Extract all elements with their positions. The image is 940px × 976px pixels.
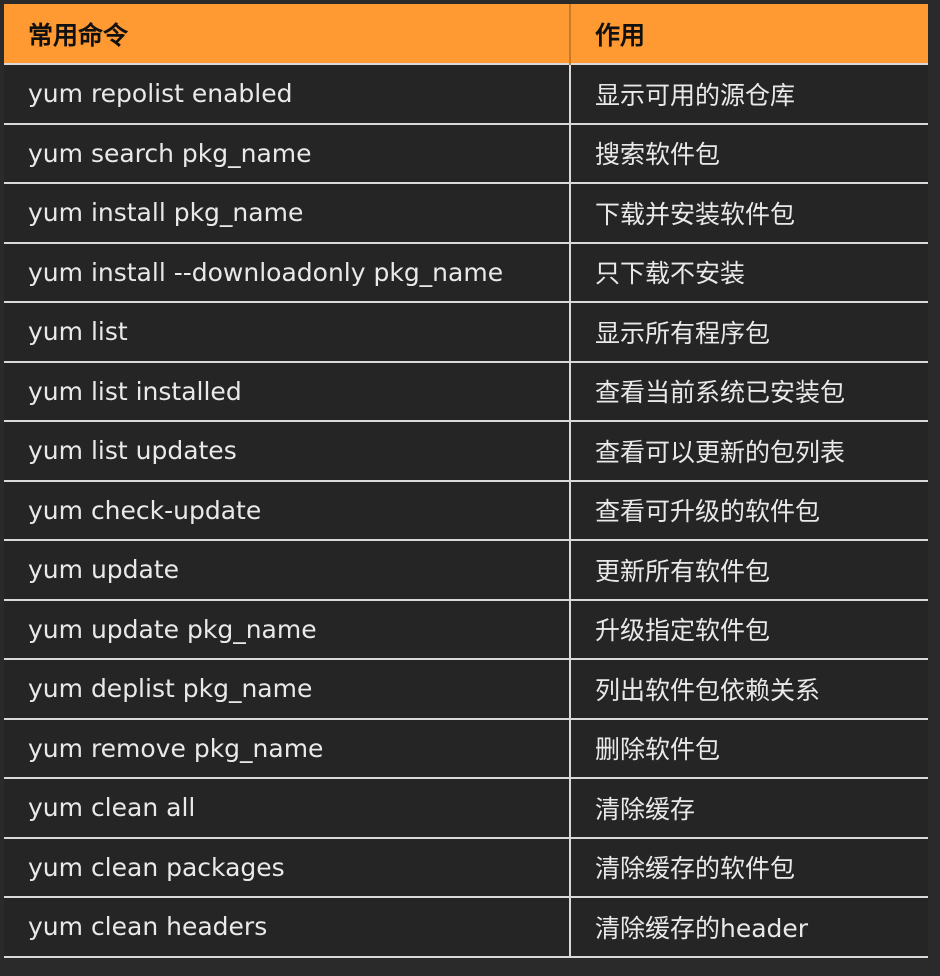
purpose-cell: 搜索软件包	[570, 122, 928, 183]
table-row: yum update pkg_name 升级指定软件包	[4, 598, 928, 659]
column-header-purpose: 作用	[570, 4, 928, 64]
table-row: yum clean all 清除缓存	[4, 777, 928, 838]
table-row: yum clean headers 清除缓存的header	[4, 896, 928, 958]
table-row: yum repolist enabled 显示可用的源仓库	[4, 63, 928, 124]
purpose-cell: 清除缓存的软件包	[570, 836, 928, 897]
command-cell: yum clean headers	[4, 896, 571, 958]
purpose-cell: 列出软件包依赖关系	[570, 658, 928, 719]
command-cell: yum search pkg_name	[4, 122, 571, 183]
table-row: yum list installed 查看当前系统已安装包	[4, 360, 928, 421]
purpose-cell: 查看可以更新的包列表	[570, 420, 928, 481]
yum-commands-table-container: 常用命令 作用 yum repolist enabled 显示可用的源仓库 yu…	[0, 0, 940, 976]
command-cell: yum install --downloadonly pkg_name	[4, 241, 571, 302]
purpose-cell: 清除缓存	[570, 777, 928, 838]
purpose-cell: 查看可升级的软件包	[570, 479, 928, 540]
purpose-cell: 查看当前系统已安装包	[570, 360, 928, 421]
command-cell: yum clean all	[4, 777, 571, 838]
purpose-cell: 升级指定软件包	[570, 598, 928, 659]
command-cell: yum remove pkg_name	[4, 717, 571, 778]
purpose-cell: 清除缓存的header	[570, 896, 928, 958]
command-cell: yum update pkg_name	[4, 598, 571, 659]
command-cell: yum list updates	[4, 420, 571, 481]
column-header-command: 常用命令	[4, 4, 571, 64]
table-row: yum install --downloadonly pkg_name 只下载不…	[4, 241, 928, 302]
command-cell: yum check-update	[4, 479, 571, 540]
command-cell: yum list installed	[4, 360, 571, 421]
yum-commands-table: 常用命令 作用 yum repolist enabled 显示可用的源仓库 yu…	[4, 4, 928, 958]
purpose-cell: 删除软件包	[570, 717, 928, 778]
table-row: yum list 显示所有程序包	[4, 301, 928, 362]
command-cell: yum deplist pkg_name	[4, 658, 571, 719]
purpose-cell: 下载并安装软件包	[570, 182, 928, 243]
table-row: yum clean packages 清除缓存的软件包	[4, 836, 928, 897]
command-cell: yum clean packages	[4, 836, 571, 897]
table-row: yum check-update 查看可升级的软件包	[4, 479, 928, 540]
command-cell: yum repolist enabled	[4, 63, 571, 124]
command-cell: yum list	[4, 301, 571, 362]
table-row: yum search pkg_name 搜索软件包	[4, 122, 928, 183]
table-row: yum list updates 查看可以更新的包列表	[4, 420, 928, 481]
purpose-cell: 只下载不安装	[570, 241, 928, 302]
table-row: yum update 更新所有软件包	[4, 539, 928, 600]
command-cell: yum install pkg_name	[4, 182, 571, 243]
purpose-cell: 更新所有软件包	[570, 539, 928, 600]
purpose-cell: 显示所有程序包	[570, 301, 928, 362]
table-header-row: 常用命令 作用	[4, 4, 928, 64]
purpose-cell: 显示可用的源仓库	[570, 63, 928, 124]
table-row: yum remove pkg_name 删除软件包	[4, 717, 928, 778]
table-row: yum install pkg_name 下载并安装软件包	[4, 182, 928, 243]
table-row: yum deplist pkg_name 列出软件包依赖关系	[4, 658, 928, 719]
command-cell: yum update	[4, 539, 571, 600]
